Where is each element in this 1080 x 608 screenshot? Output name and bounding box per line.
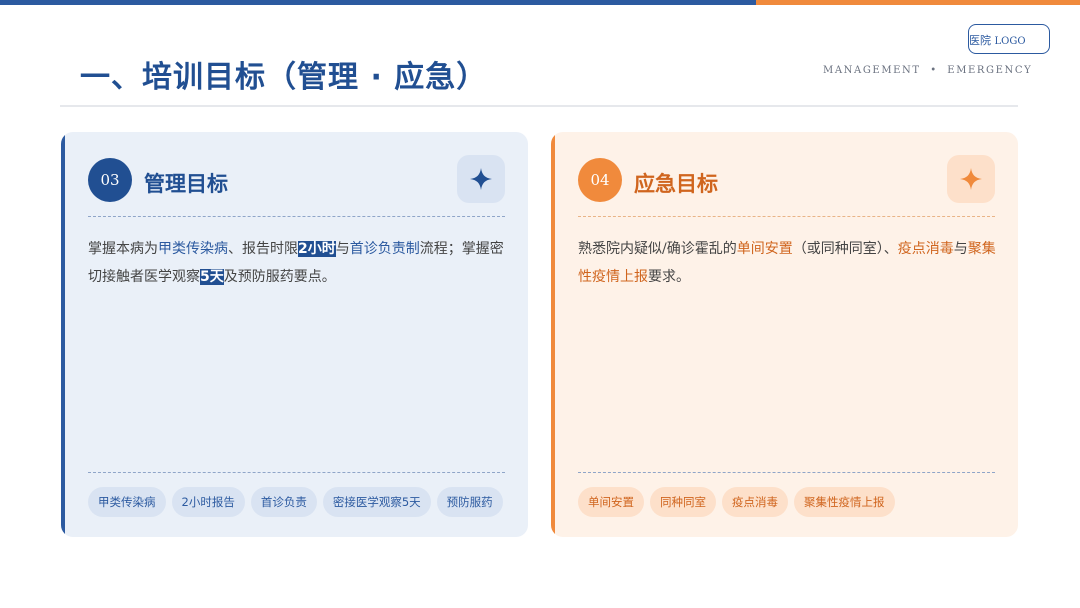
page-title: 一、培训目标（管理 · 应急）	[80, 60, 488, 95]
card-description: 掌握本病为甲类传染病、报告时限2小时与首诊负责制流程；掌握密切接触者医学观察5天…	[88, 235, 508, 291]
card-title: 应急目标	[634, 172, 718, 196]
tag-chip: 密接医学观察5天	[322, 487, 431, 517]
page-subtitle: MANAGEMENT • EMERGENCY	[823, 65, 1033, 76]
sparkle-icon	[947, 155, 995, 203]
text-segment: 要求。	[648, 269, 690, 285]
top-bar-blue-segment	[0, 0, 756, 5]
tag-chip: 首诊负责	[250, 487, 317, 517]
tag-list: 甲类传染病 2小时报告 首诊负责 密接医学观察5天 预防服药	[88, 487, 518, 517]
highlight-term: 单间安置	[736, 241, 793, 257]
tag-list: 单间安置 同种同室 疫点消毒 聚集性疫情上报	[578, 487, 1008, 517]
card-number-badge: 03	[88, 158, 132, 202]
text-segment: 与	[335, 241, 350, 257]
card-divider-top	[88, 216, 505, 217]
marked-term: 5天	[200, 269, 224, 285]
text-segment: 熟悉院内疑似/确诊霍乱的	[578, 241, 737, 257]
hospital-logo: 医院 LOGO	[968, 24, 1050, 54]
top-accent-bar	[0, 0, 1080, 5]
tag-chip: 疫点消毒	[722, 487, 788, 517]
sparkle-icon	[457, 155, 505, 203]
card-accent-bar	[551, 132, 555, 537]
logo-text: 医院	[969, 34, 991, 47]
emergency-goal-card: 04 应急目标 熟悉院内疑似/确诊霍乱的单间安置（或同种同室）、疫点消毒与聚集性…	[551, 132, 1018, 537]
text-segment: 与	[953, 241, 968, 257]
tag-chip: 2小时报告	[171, 487, 245, 517]
card-title: 管理目标	[144, 172, 228, 196]
tag-chip: 单间安置	[578, 487, 644, 517]
highlight-term: 甲类传染病	[158, 241, 228, 257]
card-number-badge: 04	[578, 158, 622, 202]
text-segment: 及预防服药要点。	[223, 269, 336, 285]
tag-chip: 聚集性疫情上报	[794, 487, 895, 517]
header-divider	[60, 105, 1018, 107]
card-accent-bar	[61, 132, 65, 537]
card-description: 熟悉院内疑似/确诊霍乱的单间安置（或同种同室）、疫点消毒与聚集性疫情上报要求。	[578, 235, 998, 291]
tag-chip: 预防服药	[436, 487, 503, 517]
text-segment: 、报告时限	[228, 241, 298, 257]
logo-suffix: LOGO	[994, 36, 1026, 47]
tag-chip: 甲类传染病	[88, 487, 166, 517]
management-goal-card: 03 管理目标 掌握本病为甲类传染病、报告时限2小时与首诊负责制流程；掌握密切接…	[61, 132, 528, 537]
top-bar-orange-segment	[756, 0, 1080, 5]
card-divider-top	[578, 216, 995, 217]
marked-term: 2小时	[298, 241, 336, 257]
card-divider-bottom	[88, 472, 505, 473]
text-segment: （或同种同室）、	[792, 241, 898, 257]
text-segment: 掌握本病为	[88, 241, 158, 257]
highlight-term: 疫点消毒	[897, 241, 954, 257]
tag-chip: 同种同室	[650, 487, 716, 517]
card-divider-bottom	[578, 472, 995, 473]
highlight-term: 首诊负责制	[349, 241, 420, 257]
